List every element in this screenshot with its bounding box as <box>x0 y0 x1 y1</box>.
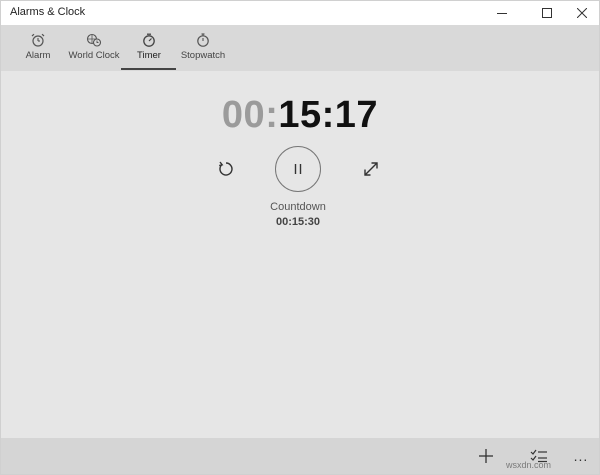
maximize-icon <box>542 8 552 18</box>
stopwatch-icon <box>195 33 211 47</box>
tab-alarm[interactable]: Alarm <box>21 25 55 71</box>
tab-alarm-label: Alarm <box>25 50 51 61</box>
maximize-button[interactable] <box>530 1 564 25</box>
more-button[interactable]: ... <box>563 438 599 474</box>
active-tab-indicator <box>121 68 176 70</box>
tab-world-clock[interactable]: World Clock <box>66 25 122 71</box>
timer-hours: 00 <box>221 94 266 136</box>
pause-button[interactable] <box>275 146 321 192</box>
alarm-clock-icon <box>30 33 46 47</box>
tab-world-clock-label: World Clock <box>68 50 120 61</box>
reset-button[interactable] <box>214 157 238 181</box>
tab-timer-label: Timer <box>137 50 161 61</box>
close-icon <box>577 8 587 18</box>
tab-timer[interactable]: Timer <box>127 25 171 71</box>
minimize-icon <box>497 13 507 14</box>
close-button[interactable] <box>565 1 599 25</box>
add-timer-button[interactable] <box>468 438 504 474</box>
countdown-total: 00:15:30 <box>275 216 321 228</box>
expand-icon <box>364 162 378 176</box>
reset-icon <box>219 161 233 176</box>
tab-stopwatch-label: Stopwatch <box>180 50 226 61</box>
timer-icon <box>141 33 157 47</box>
tab-stopwatch[interactable]: Stopwatch <box>179 25 227 71</box>
countdown-label: Countdown <box>270 201 326 213</box>
timer-separator: : <box>321 94 335 136</box>
window-title: Alarms & Clock <box>10 6 86 18</box>
minimize-button[interactable] <box>485 1 519 25</box>
timer-minutes: 15 <box>278 94 322 136</box>
title-bar: Alarms & Clock <box>1 1 599 25</box>
expand-button[interactable] <box>359 157 383 181</box>
watermark-text: wsxdn.com <box>506 460 552 470</box>
timer-display: 00:15:17 <box>1 94 599 137</box>
timer-separator: : <box>265 94 279 136</box>
timer-seconds: 17 <box>334 94 379 136</box>
tab-bar: Alarm World Clock Timer Stopwatch <box>1 25 599 71</box>
app-window: Alarms & Clock Alarm World Clock Timer S… <box>0 0 600 475</box>
world-clock-icon <box>86 33 102 47</box>
pause-icon <box>294 164 302 174</box>
add-icon <box>479 449 493 463</box>
